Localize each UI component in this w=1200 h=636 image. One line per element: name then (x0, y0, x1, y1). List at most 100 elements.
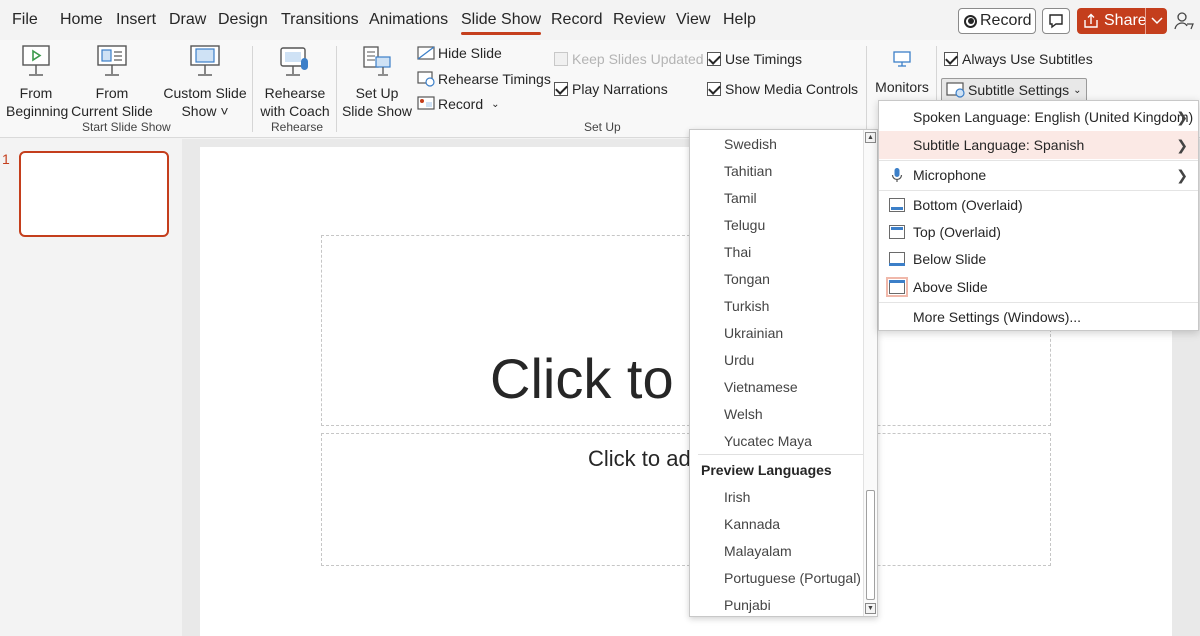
tab-view[interactable]: View (676, 11, 710, 29)
keep-slides-updated-label: Keep Slides Updated (572, 51, 704, 67)
tab-design[interactable]: Design (218, 11, 268, 29)
subtitle-settings-label: Subtitle Settings (968, 82, 1070, 98)
scroll-down-arrow-icon[interactable]: ▼ (865, 603, 876, 614)
below-slide-menu-item[interactable]: Below Slide (879, 245, 1198, 273)
language-item[interactable]: Tongan (724, 271, 770, 287)
language-item[interactable]: Irish (724, 489, 750, 505)
setup-label-2: Slide Show (341, 103, 413, 119)
checkbox-checked-icon (707, 52, 721, 66)
share-button[interactable]: Share (1077, 8, 1167, 34)
setup-slide-show-icon (363, 46, 391, 76)
ribbon-separator (336, 46, 337, 132)
tab-animations[interactable]: Animations (369, 11, 448, 29)
top-overlaid-menu-item[interactable]: Top (Overlaid) (879, 218, 1198, 246)
rehearse-label-2: with Coach (260, 103, 330, 119)
top-overlaid-label: Top (Overlaid) (913, 224, 1001, 240)
record-button-label: Record (980, 12, 1032, 29)
checkbox-checked-icon (554, 82, 568, 96)
set-up-slide-show-button[interactable]: Set Up Slide Show (340, 44, 414, 120)
record-dot-icon (964, 14, 977, 28)
language-item[interactable]: Telugu (724, 217, 765, 233)
comments-button[interactable] (1042, 8, 1070, 34)
spoken-language-menu-item[interactable]: Spoken Language: English (United Kingdom… (879, 103, 1198, 131)
more-settings-menu-item[interactable]: More Settings (Windows)... (879, 303, 1198, 331)
tab-draw[interactable]: Draw (169, 11, 206, 29)
rehearse-timings-button[interactable]: Rehearse Timings (417, 69, 551, 89)
rehearse-with-coach-button[interactable]: Rehearse with Coach (256, 44, 334, 120)
above-slide-menu-item[interactable]: Above Slide (879, 273, 1198, 301)
language-item[interactable]: Vietnamese (724, 379, 798, 395)
language-item[interactable]: Turkish (724, 298, 769, 314)
subtitle-above-slide-icon (886, 277, 908, 297)
language-item[interactable]: Kannada (724, 516, 780, 532)
microphone-menu-item[interactable]: Microphone ❯ (879, 161, 1198, 189)
language-list-scrollbar[interactable]: ▲ ▼ (863, 130, 877, 616)
preview-languages-header: Preview Languages (701, 462, 832, 478)
checkbox-checked-icon (707, 82, 721, 96)
language-item[interactable]: Tahitian (724, 163, 772, 179)
subtitle-language-menu-item[interactable]: Subtitle Language: Spanish ❯ (879, 131, 1198, 159)
use-timings-label: Use Timings (725, 51, 803, 67)
bottom-overlaid-menu-item[interactable]: Bottom (Overlaid) (879, 191, 1198, 219)
monitors-button[interactable]: Monitors (870, 50, 934, 96)
ribbon-separator (252, 46, 253, 132)
language-item[interactable]: Urdu (724, 352, 754, 368)
language-item[interactable]: Ukrainian (724, 325, 783, 341)
record-slide-icon (417, 96, 435, 110)
subtitle-placeholder[interactable]: Click to ad (321, 433, 1051, 566)
rehearse-label-1: Rehearse (264, 85, 326, 101)
language-item[interactable]: Swedish (724, 136, 777, 152)
hide-slide-label: Hide Slide (438, 45, 502, 61)
tab-insert[interactable]: Insert (116, 11, 156, 29)
language-item[interactable]: Malayalam (724, 543, 792, 559)
chevron-down-icon: ⌄ (1073, 84, 1082, 96)
record-dropdown-button[interactable]: Record ⌄ (417, 94, 500, 114)
scroll-up-arrow-icon[interactable]: ▲ (865, 132, 876, 143)
play-narrations-label: Play Narrations (572, 81, 668, 97)
from-current-slide-button[interactable]: From Current Slide (70, 44, 154, 120)
language-item[interactable]: Punjabi (724, 597, 771, 613)
subtitle-below-slide-icon (889, 252, 905, 266)
language-item[interactable]: Thai (724, 244, 751, 260)
play-narrations-checkbox[interactable]: Play Narrations (554, 79, 668, 99)
group-label-rehearse: Rehearse (271, 120, 324, 134)
always-use-subtitles-checkbox[interactable]: Always Use Subtitles (944, 49, 1093, 69)
subtitle-placeholder-text: Click to ad (588, 446, 691, 471)
hide-slide-button[interactable]: Hide Slide (417, 43, 502, 63)
language-item[interactable]: Tamil (724, 190, 757, 206)
keep-slides-updated-checkbox[interactable]: Keep Slides Updated (554, 49, 704, 69)
tab-review[interactable]: Review (613, 11, 665, 29)
subtitle-top-overlaid-icon (889, 225, 905, 239)
chevron-down-icon[interactable] (1145, 8, 1167, 34)
share-button-label: Share (1104, 12, 1147, 29)
language-item[interactable]: Portuguese (Portugal) (724, 570, 861, 586)
custom-slide-show-icon (190, 45, 220, 76)
custom-slide-show-button[interactable]: Custom Slide Show ˅ (160, 44, 250, 120)
from-beginning-button[interactable]: From Beginning (6, 44, 68, 120)
slide-thumbnail[interactable] (19, 151, 169, 237)
record-button[interactable]: Record (958, 8, 1036, 34)
chevron-right-icon: ❯ (1176, 136, 1188, 153)
rehearse-coach-icon (280, 47, 308, 76)
above-slide-label: Above Slide (913, 279, 988, 295)
tab-help[interactable]: Help (723, 11, 756, 29)
tab-file[interactable]: File (12, 11, 38, 29)
show-media-controls-checkbox[interactable]: Show Media Controls (707, 79, 858, 99)
language-item[interactable]: Yucatec Maya (724, 433, 812, 449)
scrollbar-thumb[interactable] (866, 490, 875, 600)
subtitle-settings-menu: Spoken Language: English (United Kingdom… (878, 100, 1199, 331)
tab-record[interactable]: Record (551, 11, 603, 29)
use-timings-checkbox[interactable]: Use Timings (707, 49, 802, 69)
below-slide-label: Below Slide (913, 251, 987, 267)
tab-transitions[interactable]: Transitions (281, 11, 359, 29)
account-icon[interactable] (1173, 10, 1195, 32)
tab-slide-show[interactable]: Slide Show (461, 11, 542, 35)
tab-home[interactable]: Home (60, 11, 103, 29)
subtitle-settings-button[interactable]: Subtitle Settings ⌄ (941, 78, 1087, 102)
rehearse-timings-label: Rehearse Timings (438, 71, 551, 87)
slide-thumbnails-pane: 1 (0, 139, 182, 636)
bottom-overlaid-label: Bottom (Overlaid) (913, 197, 1023, 213)
language-item[interactable]: Welsh (724, 406, 763, 422)
comment-icon (1049, 14, 1063, 29)
slide-number: 1 (2, 151, 10, 167)
